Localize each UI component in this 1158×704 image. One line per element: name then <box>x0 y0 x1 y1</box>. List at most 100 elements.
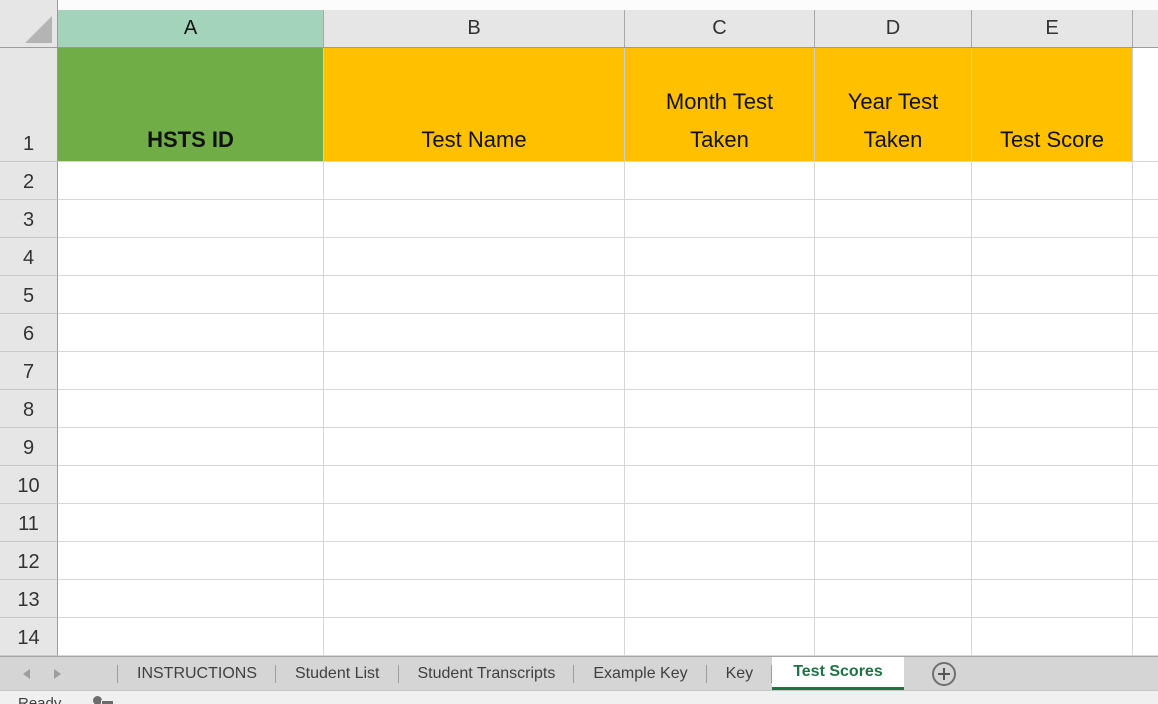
cell-C3[interactable] <box>625 200 815 238</box>
row-header-3[interactable]: 3 <box>0 200 58 238</box>
cell-B5[interactable] <box>324 276 625 314</box>
cell-C8[interactable] <box>625 390 815 428</box>
column-header-B[interactable]: B <box>324 10 625 47</box>
row-header-14[interactable]: 14 <box>0 618 58 656</box>
cell-E5[interactable] <box>972 276 1133 314</box>
cell-D11[interactable] <box>815 504 972 542</box>
cell-D12[interactable] <box>815 542 972 580</box>
cell-partial-12[interactable] <box>1133 542 1158 580</box>
cell-partial-3[interactable] <box>1133 200 1158 238</box>
cell-partial-8[interactable] <box>1133 390 1158 428</box>
cell-A1[interactable]: HSTS ID <box>58 48 324 162</box>
cell-partial-5[interactable] <box>1133 276 1158 314</box>
cell-B12[interactable] <box>324 542 625 580</box>
cell-E3[interactable] <box>972 200 1133 238</box>
cell-B1[interactable]: Test Name <box>324 48 625 162</box>
next-sheet-arrow-icon[interactable] <box>54 669 61 679</box>
cell-C7[interactable] <box>625 352 815 390</box>
cell-partial-6[interactable] <box>1133 314 1158 352</box>
cell-partial-11[interactable] <box>1133 504 1158 542</box>
cell-partial-4[interactable] <box>1133 238 1158 276</box>
cell-partial-1[interactable] <box>1133 48 1158 162</box>
cell-C11[interactable] <box>625 504 815 542</box>
cell-partial-7[interactable] <box>1133 352 1158 390</box>
prev-sheet-arrow-icon[interactable] <box>23 669 30 679</box>
cell-A12[interactable] <box>58 542 324 580</box>
cell-A14[interactable] <box>58 618 324 656</box>
cell-A11[interactable] <box>58 504 324 542</box>
cell-A7[interactable] <box>58 352 324 390</box>
macro-record-icon[interactable] <box>93 696 115 704</box>
column-header-D[interactable]: D <box>815 10 972 47</box>
select-all-button[interactable] <box>0 0 58 48</box>
row-header-13[interactable]: 13 <box>0 580 58 618</box>
cell-partial-2[interactable] <box>1133 162 1158 200</box>
row-header-2[interactable]: 2 <box>0 162 58 200</box>
cell-E14[interactable] <box>972 618 1133 656</box>
cell-D4[interactable] <box>815 238 972 276</box>
cell-partial-14[interactable] <box>1133 618 1158 656</box>
cell-E7[interactable] <box>972 352 1133 390</box>
cell-C2[interactable] <box>625 162 815 200</box>
cell-A9[interactable] <box>58 428 324 466</box>
cell-partial-13[interactable] <box>1133 580 1158 618</box>
row-header-6[interactable]: 6 <box>0 314 58 352</box>
cell-A6[interactable] <box>58 314 324 352</box>
cell-D7[interactable] <box>815 352 972 390</box>
add-sheet-button[interactable] <box>932 662 956 686</box>
row-header-1[interactable]: 1 <box>0 48 58 162</box>
cell-D2[interactable] <box>815 162 972 200</box>
row-header-12[interactable]: 12 <box>0 542 58 580</box>
cell-C9[interactable] <box>625 428 815 466</box>
column-header-E[interactable]: E <box>972 10 1133 47</box>
cell-C6[interactable] <box>625 314 815 352</box>
row-header-5[interactable]: 5 <box>0 276 58 314</box>
cell-D8[interactable] <box>815 390 972 428</box>
cell-C14[interactable] <box>625 618 815 656</box>
cell-partial-10[interactable] <box>1133 466 1158 504</box>
cell-E2[interactable] <box>972 162 1133 200</box>
cell-B2[interactable] <box>324 162 625 200</box>
cell-D9[interactable] <box>815 428 972 466</box>
column-header-A[interactable]: A <box>58 10 324 47</box>
cell-B11[interactable] <box>324 504 625 542</box>
tab-student-transcripts[interactable]: Student Transcripts <box>399 657 575 690</box>
cell-C4[interactable] <box>625 238 815 276</box>
cell-E10[interactable] <box>972 466 1133 504</box>
tab-example-key[interactable]: Example Key <box>574 657 706 690</box>
row-header-7[interactable]: 7 <box>0 352 58 390</box>
cell-A3[interactable] <box>58 200 324 238</box>
cell-D1[interactable]: Year Test Taken <box>815 48 972 162</box>
cell-E9[interactable] <box>972 428 1133 466</box>
tab-key[interactable]: Key <box>707 657 773 690</box>
cell-E6[interactable] <box>972 314 1133 352</box>
cell-A4[interactable] <box>58 238 324 276</box>
cell-C12[interactable] <box>625 542 815 580</box>
tab-student-list[interactable]: Student List <box>276 657 399 690</box>
cell-B3[interactable] <box>324 200 625 238</box>
cell-D5[interactable] <box>815 276 972 314</box>
row-header-4[interactable]: 4 <box>0 238 58 276</box>
cell-partial-9[interactable] <box>1133 428 1158 466</box>
row-header-10[interactable]: 10 <box>0 466 58 504</box>
cell-B7[interactable] <box>324 352 625 390</box>
cell-C1[interactable]: Month Test Taken <box>625 48 815 162</box>
cell-B9[interactable] <box>324 428 625 466</box>
cell-D6[interactable] <box>815 314 972 352</box>
cell-B10[interactable] <box>324 466 625 504</box>
cell-B14[interactable] <box>324 618 625 656</box>
cell-E4[interactable] <box>972 238 1133 276</box>
cell-B6[interactable] <box>324 314 625 352</box>
row-header-9[interactable]: 9 <box>0 428 58 466</box>
row-header-11[interactable]: 11 <box>0 504 58 542</box>
cell-A13[interactable] <box>58 580 324 618</box>
column-header-partial[interactable] <box>1133 10 1158 47</box>
cell-C10[interactable] <box>625 466 815 504</box>
cell-C13[interactable] <box>625 580 815 618</box>
cell-D3[interactable] <box>815 200 972 238</box>
cell-A2[interactable] <box>58 162 324 200</box>
cell-B4[interactable] <box>324 238 625 276</box>
column-header-C[interactable]: C <box>625 10 815 47</box>
cell-D10[interactable] <box>815 466 972 504</box>
cell-B8[interactable] <box>324 390 625 428</box>
